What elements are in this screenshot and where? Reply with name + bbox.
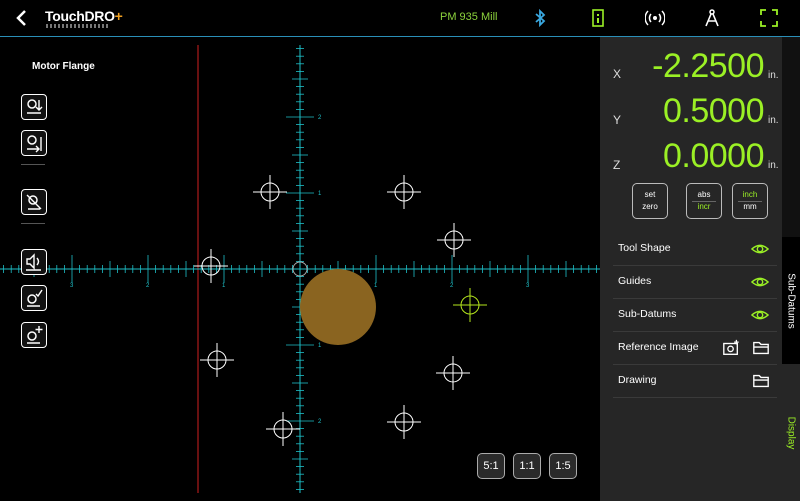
edge-find-icon <box>26 194 42 210</box>
broadcast-icon[interactable] <box>645 8 665 28</box>
readout-panel: X -2.2500 in. Y 0.5000 in. Z 0.0000 in. … <box>600 37 782 501</box>
eye-icon[interactable] <box>751 240 769 258</box>
edit-shape-button[interactable] <box>21 285 47 311</box>
x-tick-label: 2 <box>146 283 150 289</box>
tab-label: Sub-Datums <box>785 272 797 329</box>
zoom-1-5-button[interactable]: 1:5 <box>549 453 577 479</box>
folder-icon[interactable] <box>752 339 770 357</box>
option-guides[interactable]: Guides <box>613 266 777 299</box>
bluetooth-icon[interactable] <box>530 8 550 28</box>
logo-plus: + <box>114 8 123 24</box>
tool-offset-button[interactable] <box>21 94 47 120</box>
logo-underline <box>46 24 110 28</box>
y-axis-value[interactable]: 0.5000 <box>663 92 765 131</box>
app-logo: TouchDRO+ <box>45 8 123 24</box>
y-tick-label: 1 <box>318 191 322 197</box>
machine-name[interactable]: PM 935 Mill <box>440 11 497 23</box>
add-shape-icon <box>27 326 43 344</box>
y-axis-label: Y <box>613 113 622 127</box>
option-label: Drawing <box>618 374 657 386</box>
sound-icon <box>26 253 41 271</box>
option-label: Sub-Datums <box>618 308 677 320</box>
option-tool-shape[interactable]: Tool Shape <box>613 233 777 266</box>
mm-option: mm <box>743 202 757 211</box>
x-tick-label: 2 <box>450 283 454 289</box>
tab-label: Display <box>785 416 797 449</box>
option-label: Tool Shape <box>618 242 671 254</box>
eye-icon[interactable] <box>751 273 769 291</box>
abs-option: abs <box>697 190 711 199</box>
edit-shape-icon <box>27 289 43 307</box>
option-label: Guides <box>618 275 652 287</box>
set-zero-button[interactable]: set zero <box>632 183 668 219</box>
y-tick-label: 2 <box>318 115 322 121</box>
drawing-title: Motor Flange <box>32 61 95 72</box>
fullscreen-icon[interactable] <box>759 8 779 28</box>
z-axis-value[interactable]: 0.0000 <box>663 137 765 176</box>
x-tick-label: 1 <box>374 283 378 289</box>
x-tick-label: 1 <box>222 283 226 289</box>
sound-button[interactable] <box>21 249 47 275</box>
x-axis-value[interactable]: -2.2500 <box>652 47 764 86</box>
set-zero-top: set <box>644 190 656 199</box>
eye-icon[interactable] <box>751 306 769 324</box>
toolbar-divider <box>21 223 45 224</box>
compass-icon[interactable] <box>702 8 722 28</box>
option-sub-datums[interactable]: Sub-Datums <box>613 299 777 332</box>
add-shape-button[interactable] <box>21 322 47 348</box>
y-axis-unit: in. <box>768 115 779 126</box>
dro-icon[interactable] <box>588 8 608 28</box>
option-reference-image[interactable]: Reference Image <box>613 332 777 365</box>
camera-icon[interactable] <box>722 339 740 357</box>
top-bar: TouchDRO+ PM 935 Mill <box>0 0 800 37</box>
x-axis-label: X <box>613 67 622 81</box>
set-zero-bottom: zero <box>642 202 658 211</box>
abs-incr-toggle[interactable]: abs incr <box>686 183 722 219</box>
folder-icon[interactable] <box>752 372 770 390</box>
inch-option: inch <box>742 190 758 199</box>
x-axis-unit: in. <box>768 70 779 81</box>
z-axis-unit: in. <box>768 160 779 171</box>
zoom-1-1-button[interactable]: 1:1 <box>513 453 541 479</box>
drawing-canvas[interactable]: 3 2 1 1 2 3 2 1 1 2 Motor Flange 5:1 1:1 1:5 <box>0 37 600 501</box>
back-icon[interactable] <box>12 8 32 28</box>
tool-offset-icon <box>27 99 43 114</box>
option-drawing[interactable]: Drawing <box>613 365 777 398</box>
tab-sub-datums[interactable]: Sub-Datums <box>782 237 800 364</box>
tool-shape <box>300 269 376 345</box>
tool-path-button[interactable] <box>21 130 47 156</box>
toolbar-divider <box>21 164 45 165</box>
tool-path-icon <box>27 135 42 153</box>
z-axis-label: Z <box>613 158 621 172</box>
edge-find-button[interactable] <box>21 189 47 215</box>
inch-mm-toggle[interactable]: inch mm <box>732 183 768 219</box>
side-tabs: Sub-Datums Display <box>782 37 800 501</box>
x-tick-label: 3 <box>70 283 74 289</box>
x-tick-label: 3 <box>526 283 530 289</box>
zoom-5-1-button[interactable]: 5:1 <box>477 453 505 479</box>
y-tick-label: 1 <box>318 343 322 349</box>
y-tick-label: 2 <box>318 419 322 425</box>
option-label: Reference Image <box>618 341 699 353</box>
incr-option: incr <box>697 202 711 211</box>
tab-display[interactable]: Display <box>782 364 800 501</box>
logo-text: TouchDRO <box>45 8 115 24</box>
drawing-svg[interactable]: 3 2 1 1 2 3 2 1 1 2 <box>0 37 600 501</box>
